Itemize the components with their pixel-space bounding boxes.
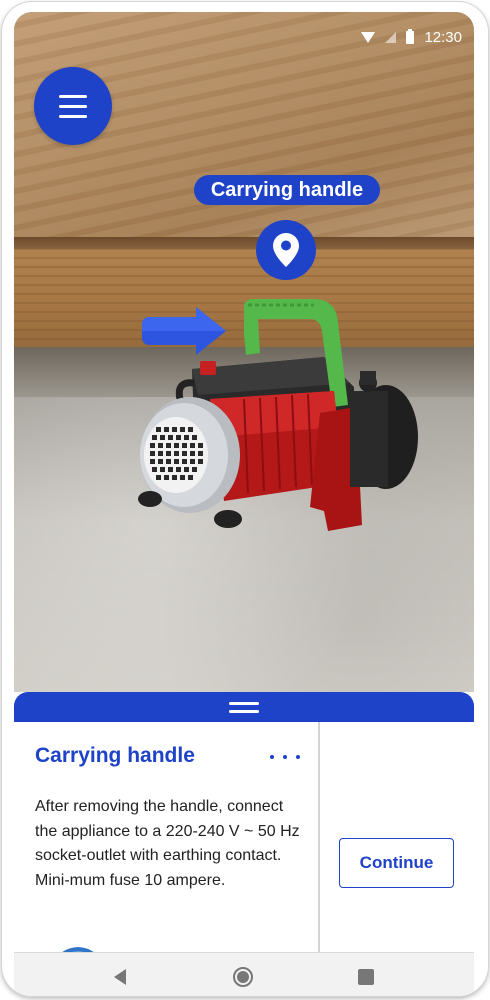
background-shelf-edge (14, 237, 474, 249)
hamburger-menu-icon (59, 94, 87, 98)
ar-camera-view[interactable]: 12:30 Carrying handle (14, 12, 474, 712)
sheet-description: After removing the handle, connect the a… (35, 798, 300, 889)
wifi-icon (361, 31, 376, 43)
recent-apps-icon[interactable] (358, 969, 374, 985)
more-horizontal-icon (270, 755, 274, 759)
battery-icon (406, 28, 415, 44)
phone-frame: 12:30 Carrying handle Carrying handle Af… (2, 2, 488, 996)
signal-icon (385, 31, 397, 43)
info-bottom-sheet: Carrying handle After removing the handl… (14, 692, 474, 962)
location-pin-icon (273, 233, 299, 267)
back-icon[interactable] (114, 969, 126, 985)
hamburger-line (59, 104, 87, 108)
sheet-drag-handle[interactable] (14, 692, 474, 722)
pump-model[interactable] (124, 287, 424, 537)
hotspot-pin-button[interactable] (256, 220, 316, 280)
home-icon[interactable] (233, 967, 253, 987)
status-bar: 12:30 (361, 26, 462, 48)
hamburger-line (59, 114, 87, 118)
part-callout-label: Carrying handle (194, 175, 380, 205)
status-time: 12:30 (424, 28, 462, 46)
continue-button[interactable]: Continue (339, 838, 454, 888)
app-screen: 12:30 Carrying handle Carrying handle Af… (14, 12, 474, 962)
sheet-divider (318, 722, 320, 962)
drag-handle-line (229, 709, 259, 713)
more-options-button[interactable] (270, 750, 300, 764)
sheet-title: Carrying handle (35, 744, 195, 767)
more-dot (283, 755, 287, 759)
system-nav-bar (14, 952, 474, 996)
drag-handle-icon (229, 701, 259, 705)
more-dot (296, 755, 300, 759)
menu-button[interactable] (34, 67, 112, 145)
pointer-arrow-icon (142, 307, 226, 355)
